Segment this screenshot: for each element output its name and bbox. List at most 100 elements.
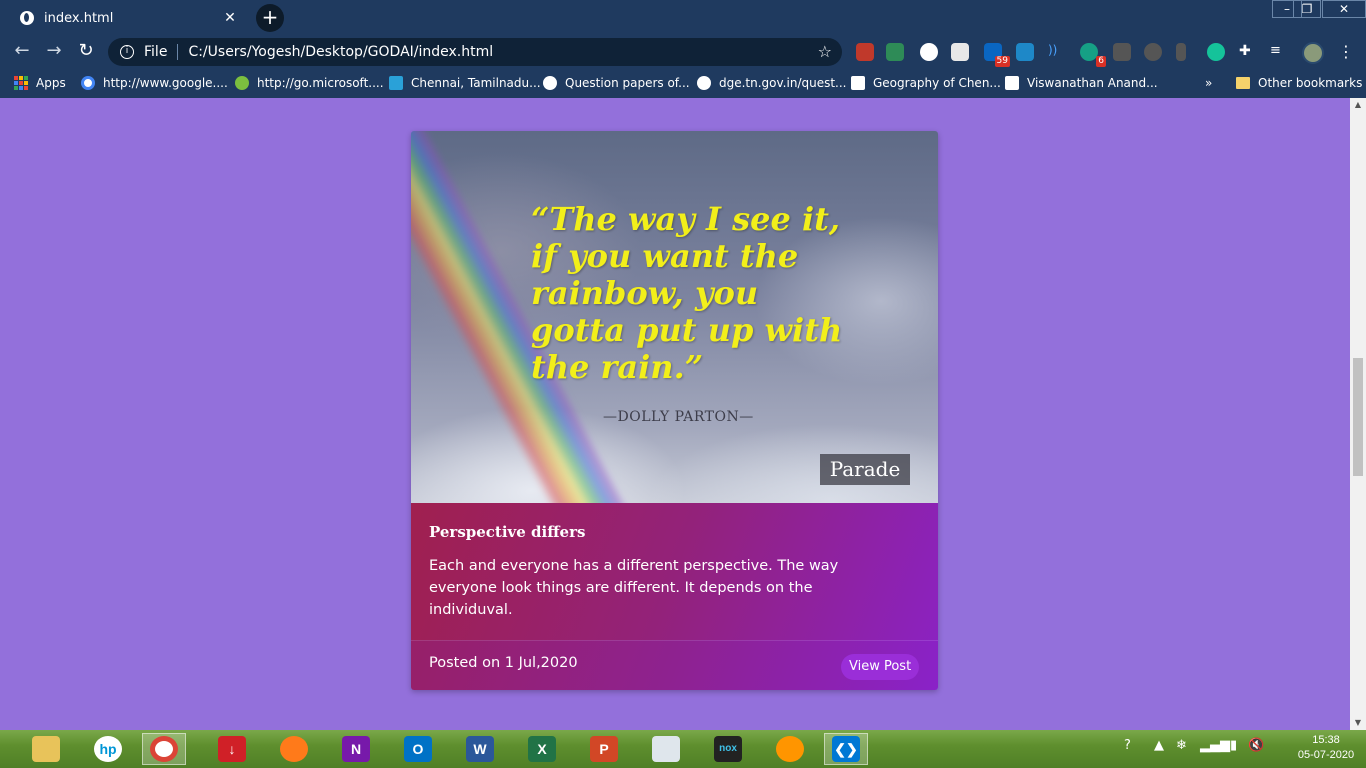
address-bar[interactable]: i File C:/Users/Yogesh/Desktop/GODAI/ind… bbox=[108, 38, 842, 66]
linkedin-badge: 59 bbox=[994, 56, 1010, 67]
posted-date: Posted on 1 Jul,2020 bbox=[429, 655, 578, 671]
xbox-icon bbox=[235, 76, 249, 90]
parade-watermark: Parade bbox=[820, 454, 910, 485]
show-hidden-icons-icon[interactable]: ▲ bbox=[1154, 738, 1164, 753]
bookmark-label: Other bookmarks bbox=[1258, 76, 1363, 90]
scroll-up-arrow[interactable]: ▲ bbox=[1350, 98, 1366, 112]
browser-toolbar: ← → ↻ i File C:/Users/Yogesh/Desktop/GOD… bbox=[0, 34, 1366, 70]
bookmark-label: Chennai, Tamilnadu... bbox=[411, 76, 541, 90]
bookmark-google[interactable]: http://www.google.... bbox=[81, 76, 228, 90]
extensions-puzzle-icon[interactable]: ✚ bbox=[1239, 43, 1257, 61]
tab-title: index.html bbox=[44, 10, 114, 26]
bookmark-other[interactable]: Other bookmarks bbox=[1236, 76, 1362, 90]
bookmark-label: Apps bbox=[36, 76, 66, 90]
bookmark-viswanathan[interactable]: Viswanathan Anand... bbox=[1005, 76, 1158, 90]
speedometer-icon[interactable] bbox=[920, 43, 938, 61]
network-icon[interactable]: ▂▄▆ bbox=[1200, 738, 1230, 753]
nox-player-icon[interactable]: nox bbox=[706, 733, 750, 765]
chat-extension-icon[interactable] bbox=[1144, 43, 1162, 61]
bookmark-dge[interactable]: dge.tn.gov.in/quest... bbox=[697, 76, 847, 90]
bookmark-label: Viswanathan Anand... bbox=[1027, 76, 1158, 90]
help-icon[interactable]: ? bbox=[1124, 738, 1131, 753]
bookmarks-bar: Apps http://www.google.... http://go.mic… bbox=[0, 70, 1366, 98]
browser-tab[interactable]: index.html ✕ bbox=[8, 2, 248, 34]
bookmark-microsoft[interactable]: http://go.microsoft.... bbox=[235, 76, 384, 90]
quote-text: “The way I see it, if you want the rainb… bbox=[531, 200, 843, 386]
bookmark-label: Geography of Chen... bbox=[873, 76, 1001, 90]
globe-icon bbox=[697, 76, 711, 90]
bookmark-label: http://www.google.... bbox=[103, 76, 228, 90]
skype-icon[interactable] bbox=[1016, 43, 1034, 61]
address-url[interactable]: C:/Users/Yogesh/Desktop/GODAI/index.html bbox=[188, 44, 493, 60]
bookmarks-overflow-button[interactable]: » bbox=[1205, 76, 1212, 90]
mail-extension-icon[interactable] bbox=[1113, 43, 1131, 61]
calendar-extension-icon[interactable] bbox=[951, 43, 969, 61]
bookmark-geography[interactable]: Geography of Chen... bbox=[851, 76, 1001, 90]
card-title: Perspective differs bbox=[429, 523, 586, 541]
download-manager-icon[interactable]: ↓ bbox=[210, 733, 254, 765]
wikipedia-icon bbox=[851, 76, 865, 90]
file-explorer-icon[interactable] bbox=[24, 733, 68, 765]
bookmark-label: dge.tn.gov.in/quest... bbox=[719, 76, 847, 90]
wikipedia-icon bbox=[1005, 76, 1019, 90]
snowflake-icon[interactable]: ❄ bbox=[1176, 738, 1187, 753]
globe-icon bbox=[543, 76, 557, 90]
grammarly-icon[interactable] bbox=[1207, 43, 1225, 61]
taskbar-clock[interactable]: 15:38 05-07-2020 bbox=[1296, 733, 1356, 763]
site-m-icon bbox=[389, 76, 403, 90]
bookmark-star-icon[interactable]: ☆ bbox=[818, 42, 832, 61]
mic-extension-icon[interactable] bbox=[1176, 43, 1186, 61]
view-post-button[interactable]: View Post bbox=[841, 654, 920, 680]
bookmark-label: » bbox=[1205, 76, 1213, 90]
battery-icon[interactable]: ▮ bbox=[1230, 738, 1237, 753]
apps-grid-icon bbox=[14, 76, 28, 90]
resource-monitor-icon[interactable] bbox=[644, 733, 688, 765]
powerpoint-icon[interactable]: P bbox=[582, 733, 626, 765]
hp-icon[interactable]: hp bbox=[86, 733, 130, 765]
bookmark-label: Question papers of... bbox=[565, 76, 690, 90]
firefox-developer-icon[interactable] bbox=[272, 733, 316, 765]
back-button[interactable]: ← bbox=[10, 40, 34, 64]
media-queue-icon[interactable]: ≡ bbox=[1270, 43, 1288, 61]
close-window-button[interactable]: ✕ bbox=[1322, 0, 1366, 18]
card-body: Perspective differs Each and everyone ha… bbox=[411, 503, 938, 640]
volume-muted-icon[interactable]: 🔇 bbox=[1248, 738, 1264, 753]
reload-button[interactable]: ↻ bbox=[74, 40, 98, 64]
bookmark-question-papers[interactable]: Question papers of... bbox=[543, 76, 690, 90]
outlook-icon[interactable]: O bbox=[396, 733, 440, 765]
menu-icon[interactable]: ⋮ bbox=[1338, 42, 1354, 61]
excel-icon[interactable]: X bbox=[520, 733, 564, 765]
forward-button[interactable]: → bbox=[42, 40, 66, 64]
close-tab-icon[interactable]: ✕ bbox=[220, 10, 240, 26]
clock-time: 15:38 bbox=[1312, 734, 1340, 746]
bookmark-label: http://go.microsoft.... bbox=[257, 76, 384, 90]
quote-image: “The way I see it, if you want the rainb… bbox=[411, 131, 938, 503]
title-bar: index.html ✕ + – ❐ ✕ bbox=[0, 0, 1366, 34]
extension-icon-2[interactable] bbox=[886, 43, 904, 61]
grammar-badge: 6 bbox=[1096, 56, 1106, 67]
extension-icon-1[interactable] bbox=[856, 43, 874, 61]
scroll-down-arrow[interactable]: ▼ bbox=[1350, 716, 1366, 730]
bookmark-apps[interactable]: Apps bbox=[14, 76, 66, 90]
profile-avatar[interactable] bbox=[1302, 42, 1324, 64]
card-text: Each and everyone has a different perspe… bbox=[429, 558, 839, 618]
bookmark-chennai[interactable]: Chennai, Tamilnadu... bbox=[389, 76, 541, 90]
vertical-scrollbar[interactable]: ▲ ▼ bbox=[1350, 98, 1366, 730]
new-tab-button[interactable]: + bbox=[256, 4, 284, 32]
linkedin-icon[interactable]: 59 bbox=[984, 43, 1010, 67]
chrome-icon[interactable] bbox=[142, 733, 186, 765]
word-icon[interactable]: W bbox=[458, 733, 502, 765]
info-icon[interactable]: i bbox=[120, 45, 134, 59]
folder-icon bbox=[1236, 77, 1250, 89]
scrollbar-thumb[interactable] bbox=[1353, 358, 1363, 476]
wifi-extension-icon[interactable]: )) bbox=[1048, 43, 1066, 61]
post-card: “The way I see it, if you want the rainb… bbox=[411, 131, 938, 690]
onenote-icon[interactable]: N bbox=[334, 733, 378, 765]
card-footer: Posted on 1 Jul,2020 View Post bbox=[411, 640, 938, 690]
clock-date: 05-07-2020 bbox=[1297, 749, 1355, 761]
firefox-icon[interactable] bbox=[768, 733, 812, 765]
globe-icon bbox=[20, 11, 34, 25]
vscode-icon[interactable]: ❮❯ bbox=[824, 733, 868, 765]
grammar-extension-icon[interactable]: 6 bbox=[1080, 43, 1106, 67]
restore-button[interactable]: ❐ bbox=[1293, 0, 1321, 18]
